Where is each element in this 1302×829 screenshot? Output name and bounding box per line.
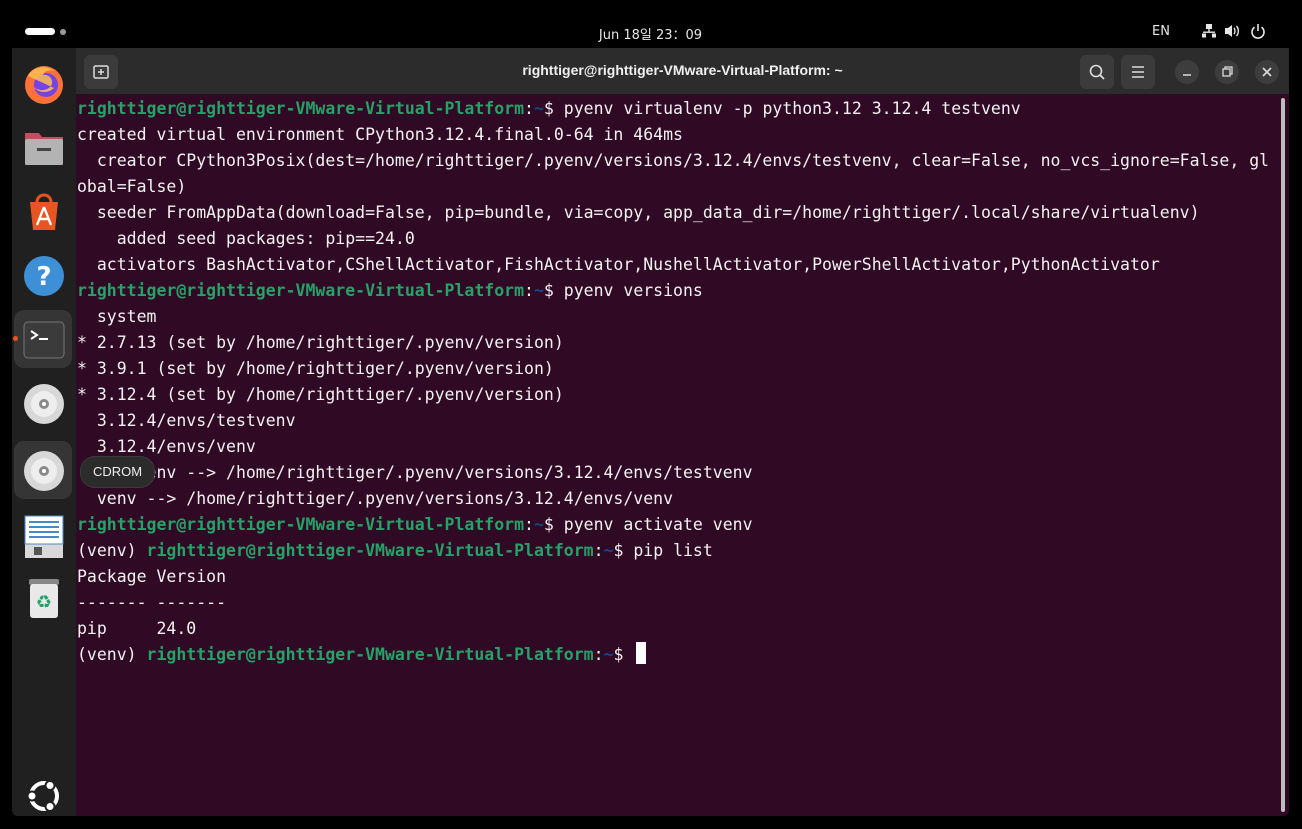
menu-button[interactable] [1121,55,1155,89]
terminal-scrollbar[interactable] [1281,98,1285,812]
text-cursor [636,642,647,664]
output-line: * 3.12.4 (set by /home/righttiger/.pyenv… [77,385,564,404]
dock-item-files[interactable] [14,118,72,176]
prompt-line: righttiger@righttiger-VMware-Virtual-Pla… [77,281,703,300]
volume-icon[interactable] [1224,23,1242,39]
output-line: obal=False) [77,177,187,196]
output-line: Package Version [77,567,227,586]
output-line: creator CPython3Posix(dest=/home/rightti… [77,151,1270,170]
files-icon [25,133,63,165]
dock-item-cdrom-2[interactable] [14,441,72,499]
dock-item-terminal[interactable] [13,310,72,368]
output-line: seeder FromAppData(download=False, pip=b… [77,203,1200,222]
network-icon[interactable] [1201,23,1217,39]
dock-tooltip: CDROM [80,456,156,488]
show-apps-icon[interactable] [24,776,64,816]
help-icon: ? [24,256,64,296]
output-line: added seed packages: pip==24.0 [77,229,415,248]
hamburger-menu-icon [1132,66,1144,78]
trash-icon: ♻ [29,579,59,618]
search-button[interactable] [1080,55,1114,89]
top-bar: Jun 18일 23：09 EN [12,16,1289,48]
output-line: testvenv --> /home/righttiger/.pyenv/ver… [77,463,753,482]
output-line: * 3.9.1 (set by /home/righttiger/.pyenv/… [77,359,554,378]
minimize-button[interactable] [1175,60,1199,84]
output-line: * 2.7.13 (set by /home/righttiger/.pyenv… [77,333,564,352]
restore-icon [1222,66,1233,77]
output-line: activators BashActivator,CShellActivator… [77,255,1160,274]
prompt-line: (venv) righttiger@righttiger-VMware-Virt… [77,541,713,560]
terminal-output[interactable]: righttiger@righttiger-VMware-Virtual-Pla… [76,94,1281,816]
output-line: ------- ------- [77,593,227,612]
terminal-icon [23,321,65,359]
output-line: venv --> /home/righttiger/.pyenv/version… [77,489,674,508]
window-headerbar: righttiger@righttiger-VMware-Virtual-Pla… [76,48,1289,94]
dock-item-trash[interactable]: ♻ [14,568,72,626]
prompt-line: righttiger@righttiger-VMware-Virtual-Pla… [77,515,753,534]
power-icon[interactable] [1250,23,1266,39]
running-indicator [13,336,18,341]
terminal-window: righttiger@righttiger-VMware-Virtual-Pla… [76,48,1289,816]
firefox-icon [25,66,63,104]
dock-item-firefox[interactable] [14,54,72,112]
dock: ? ♻ [12,48,76,816]
maximize-button[interactable] [1215,60,1239,84]
output-line: system [77,307,157,326]
app-center-icon [30,193,58,230]
cdrom-icon [24,384,64,424]
desktop: Jun 18일 23：09 EN ? ♻ CDROM righttiger@ri… [12,16,1289,816]
close-button[interactable] [1255,60,1279,84]
dock-item-text-editor[interactable] [14,506,72,564]
clock[interactable]: Jun 18일 23：09 [12,24,1289,43]
input-language[interactable]: EN [1152,24,1170,39]
close-icon [1262,67,1272,77]
prompt-line: righttiger@righttiger-VMware-Virtual-Pla… [77,99,1021,118]
text-editor-icon [24,515,64,558]
active-prompt-line: (venv) righttiger@righttiger-VMware-Virt… [77,642,647,668]
dock-item-cdrom-1[interactable] [14,374,72,432]
dock-item-help[interactable]: ? [14,246,72,304]
svg-text:♻: ♻ [36,592,52,613]
output-line: created virtual environment CPython3.12.… [77,125,683,144]
cdrom-icon [24,451,64,491]
output-line: 3.12.4/envs/testvenv [77,411,296,430]
dock-item-app-center[interactable] [14,182,72,240]
svg-text:?: ? [36,262,51,292]
search-icon [1089,64,1105,80]
minimize-icon [1183,74,1191,76]
output-line: pip 24.0 [77,619,197,638]
